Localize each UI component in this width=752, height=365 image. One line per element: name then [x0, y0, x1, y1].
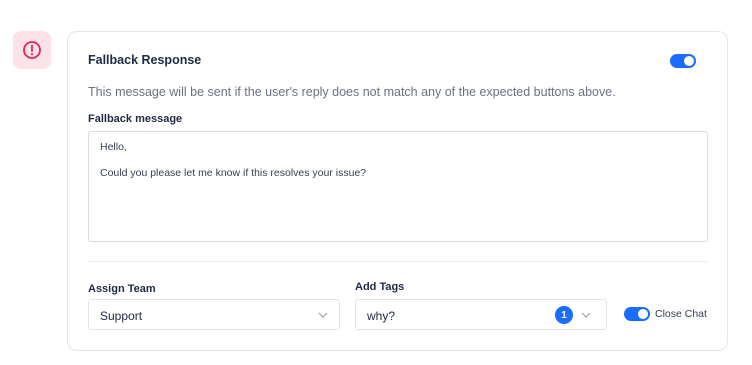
assign-team-label: Assign Team [88, 283, 156, 295]
fallback-toggle[interactable] [670, 54, 696, 68]
chevron-down-icon [318, 312, 328, 318]
fallback-message-textarea[interactable]: Hello, Could you please let me know if t… [88, 131, 708, 242]
card-description: This message will be sent if the user's … [88, 85, 616, 99]
message-line-1: Hello, [100, 141, 127, 153]
divider [88, 261, 708, 262]
card-title: Fallback Response [88, 53, 202, 67]
add-tags-label: Add Tags [355, 281, 405, 293]
tag-count-badge: 1 [555, 306, 573, 324]
fallback-response-card: Fallback Response This message will be s… [67, 31, 728, 351]
close-chat-label: Close Chat [655, 308, 707, 320]
alert-badge [13, 31, 51, 69]
message-line-2: Could you please let me know if this res… [100, 167, 367, 179]
fallback-message-label: Fallback message [88, 113, 183, 125]
exclamation-circle-icon [23, 41, 41, 59]
close-chat-toggle[interactable] [624, 307, 650, 321]
chevron-down-icon [581, 312, 591, 318]
assign-team-select[interactable]: Support [88, 299, 340, 330]
assign-team-value: Support [100, 309, 143, 323]
add-tags-select[interactable]: why? 1 [355, 299, 607, 330]
add-tags-value: why? [367, 309, 396, 323]
